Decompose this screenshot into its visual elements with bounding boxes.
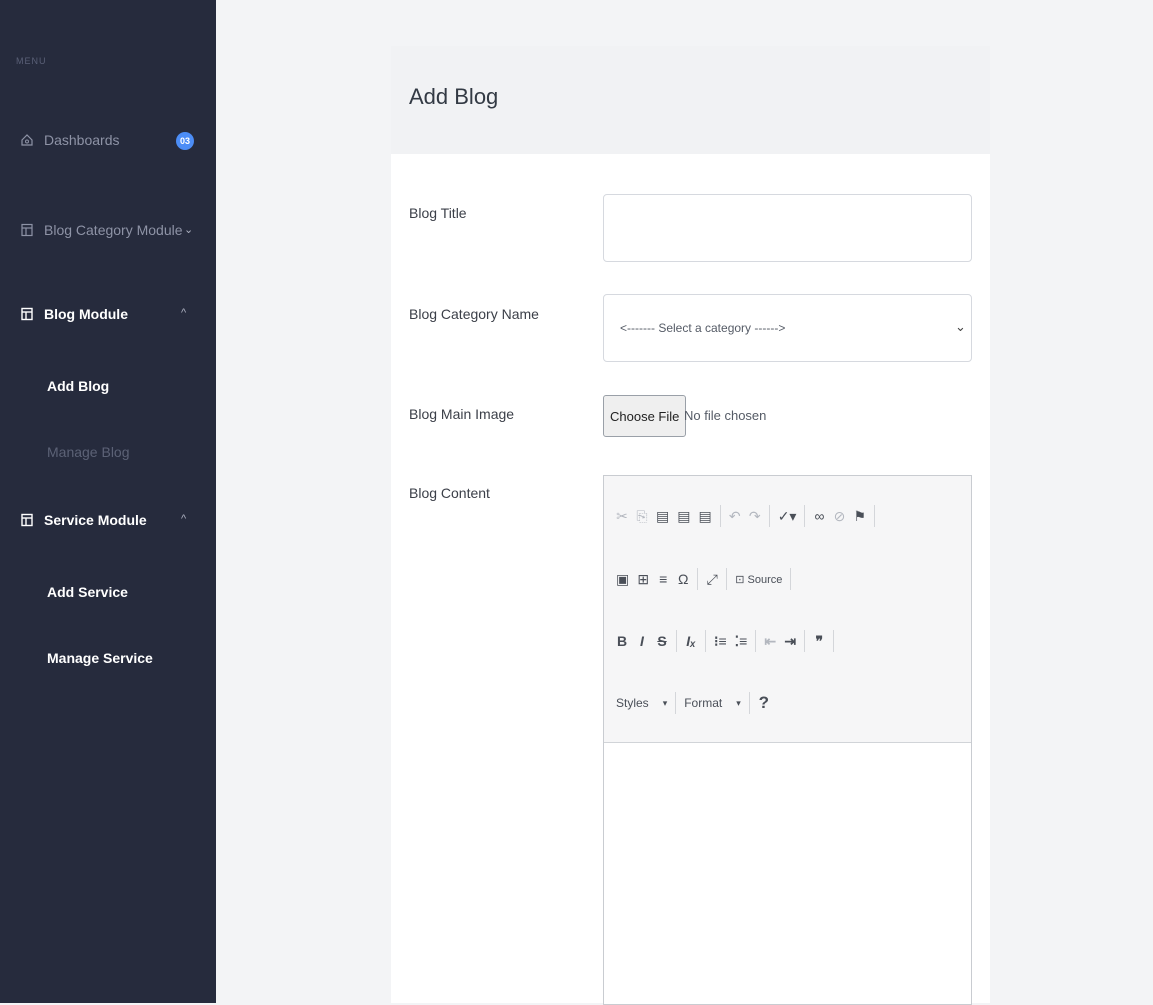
blockquote-icon[interactable]: ❞ [813,633,825,650]
toolbar-separator [768,505,770,527]
editor-toolbar-row: ✂ ⎘ ▤ ▤ ▤ ↶ ↷ ✓▾ ∞ ⊘ ⚑ [616,505,876,527]
paste-word-icon[interactable]: ▤ [698,508,711,525]
bold-icon[interactable]: B [616,633,628,649]
paste-icon[interactable]: ▤ [656,508,669,525]
toolbar-separator [804,630,806,652]
chevron-down-icon[interactable]: ⌄ [184,223,193,236]
layout-icon [21,513,33,527]
page-title: Add Blog [409,84,499,109]
redo-icon[interactable]: ↷ [749,508,761,525]
format-label: Format [684,696,723,710]
styles-dropdown[interactable]: Styles ▾ [616,696,667,710]
undo-icon[interactable]: ↶ [729,508,741,525]
sidebar-subitem-manage-blog[interactable]: Manage Blog [47,444,130,460]
toolbar-separator [790,568,792,590]
editor-toolbar-row: B I S Iₓ ⁝≡ ⁚≡ ⇤ ⇥ ❞ [616,630,835,652]
blog-title-input[interactable] [603,194,972,262]
paste-text-icon[interactable]: ▤ [677,508,690,525]
choose-file-button[interactable]: Choose File [603,395,687,437]
link-icon[interactable]: ∞ [813,508,825,524]
horizontal-line-icon[interactable]: ≡ [657,571,669,587]
content-label: Blog Content [409,485,490,501]
unlink-icon[interactable]: ⊘ [833,508,846,525]
chevron-up-icon[interactable]: ^ [181,513,186,525]
indent-icon[interactable]: ⇥ [784,633,796,650]
home-icon [21,134,33,146]
sidebar-item-dashboards[interactable]: Dashboards [20,132,120,148]
toolbar-separator [676,630,677,652]
remove-format-icon[interactable]: Iₓ [685,633,697,649]
category-label: Blog Category Name [409,306,539,322]
toolbar-separator [697,568,699,590]
layout-icon [21,223,33,237]
toolbar-separator [755,630,757,652]
sidebar-subitem-add-blog[interactable]: Add Blog [47,378,109,394]
chevron-down-icon: ⌄ [955,319,966,334]
toolbar-separator [804,505,806,527]
sidebar-item-service-module[interactable]: Service Module [20,512,147,528]
styles-label: Styles [616,696,649,710]
layout-icon [21,307,33,321]
dashboards-badge: 03 [176,132,194,150]
spellcheck-icon[interactable]: ✓▾ [778,508,797,525]
bulleted-list-icon[interactable]: ⁚≡ [735,633,748,650]
sidebar: MENU Dashboards 03 Blog Category Module … [0,0,216,1003]
table-icon[interactable]: ⊞ [637,571,649,588]
help-icon[interactable]: ? [758,693,770,713]
toolbar-separator [874,505,876,527]
sidebar-item-blog-category-module[interactable]: Blog Category Module [20,222,183,238]
toolbar-separator [833,630,835,652]
numbered-list-icon[interactable]: ⁝≡ [714,633,727,650]
chevron-down-icon: ▾ [662,697,668,708]
toolbar-separator [748,692,750,714]
maximize-icon[interactable]: ⤢ [706,571,718,588]
source-button[interactable]: ⊡ Source [735,573,782,586]
toolbar-separator [705,630,706,652]
file-status: No file chosen [684,408,767,423]
blog-title-label: Blog Title [409,205,467,221]
outdent-icon[interactable]: ⇤ [764,633,776,650]
copy-icon[interactable]: ⎘ [636,508,648,525]
toolbar-separator [719,505,721,527]
sidebar-item-label: Blog Category Module [44,222,183,238]
toolbar-separator [726,568,728,590]
sidebar-item-label: Service Module [44,512,147,528]
main-image-label: Blog Main Image [409,406,515,422]
anchor-flag-icon[interactable]: ⚑ [853,508,866,525]
special-char-icon[interactable]: Ω [677,571,689,587]
chevron-down-icon: ▾ [736,697,741,708]
sidebar-item-blog-module[interactable]: Blog Module [20,306,128,322]
strikethrough-icon[interactable]: S [656,633,668,649]
sidebar-subitem-manage-service[interactable]: Manage Service [47,650,153,666]
sidebar-subitem-add-service[interactable]: Add Service [47,584,128,600]
italic-icon[interactable]: I [636,633,648,649]
menu-label: MENU [16,56,47,66]
image-icon[interactable]: ▣ [616,571,629,588]
sidebar-item-label: Dashboards [44,132,120,148]
category-selected-value: <------- Select a category ------> [620,321,786,335]
cut-icon[interactable]: ✂ [616,508,628,525]
chevron-up-icon[interactable]: ^ [181,307,186,319]
source-label: Source [747,573,783,586]
editor-toolbar-row: Styles ▾ Format ▾ ? [616,692,770,714]
format-dropdown[interactable]: Format ▾ [684,696,741,710]
toolbar-separator [675,692,677,714]
editor-toolbar-row: ▣ ⊞ ≡ Ω ⤢ ⊡ Source [616,568,792,590]
sidebar-item-label: Blog Module [44,306,128,322]
